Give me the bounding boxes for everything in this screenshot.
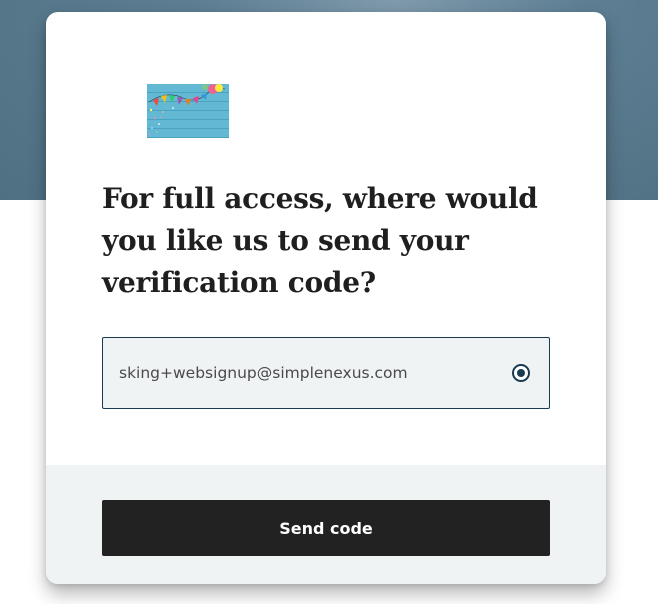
send-code-button[interactable]: Send code <box>102 500 550 556</box>
party-banner-logo-icon <box>147 84 229 138</box>
radio-dot <box>517 369 525 377</box>
email-address-label: sking+websignup@simplenexus.com <box>119 364 408 382</box>
radio-selected-icon[interactable] <box>512 364 530 382</box>
email-verification-option[interactable]: sking+websignup@simplenexus.com <box>102 337 550 409</box>
page-title: For full access, where would you like us… <box>102 182 538 299</box>
verification-card: For full access, where would you like us… <box>46 12 606 584</box>
card-footer: Send code <box>46 465 606 584</box>
